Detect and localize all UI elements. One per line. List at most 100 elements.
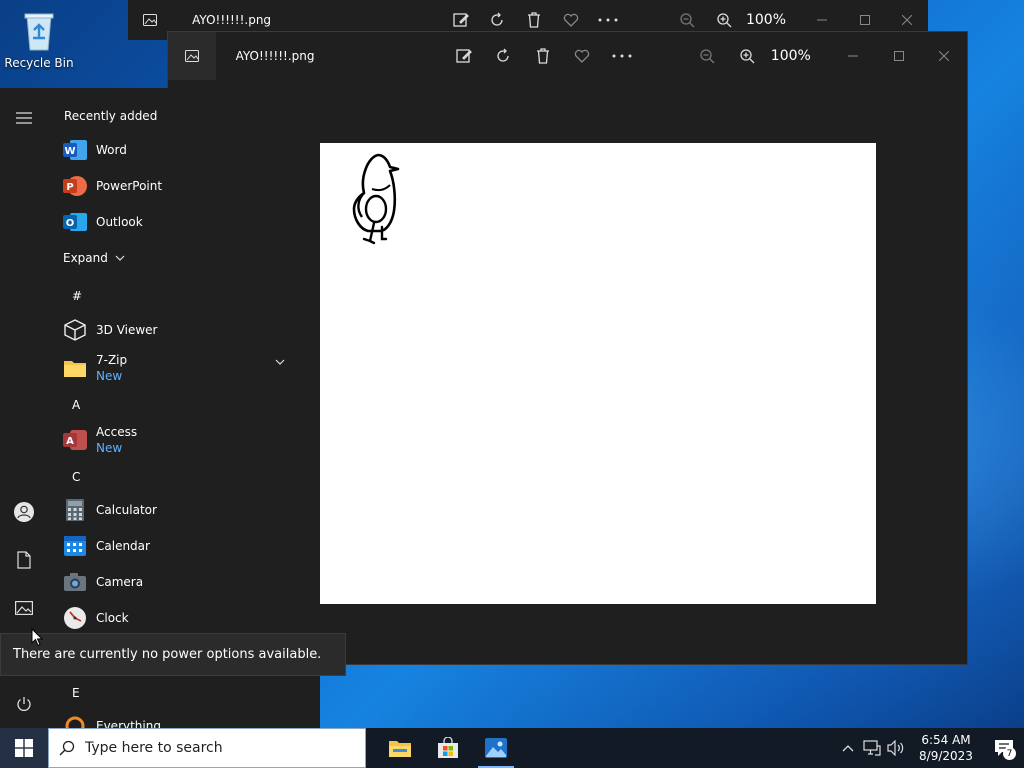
chevron-down-icon <box>275 359 285 365</box>
power-icon <box>17 697 31 711</box>
window-title: AYO!!!!!!.png <box>235 49 315 63</box>
delete-button[interactable] <box>523 32 563 80</box>
user-icon <box>14 502 34 522</box>
picture-icon <box>15 601 33 615</box>
app-calendar[interactable]: Calendar <box>62 528 312 564</box>
section-header-hash[interactable]: # <box>72 289 82 303</box>
expand-label: Expand <box>63 251 108 265</box>
desktop-icon-recycle-bin[interactable]: Recycle Bin <box>0 0 78 88</box>
app-camera[interactable]: Camera <box>62 564 312 600</box>
app-name: Calculator <box>96 503 157 517</box>
taskbar-microsoft-store[interactable] <box>424 728 472 768</box>
edit-icon <box>455 49 472 63</box>
cube-icon <box>62 317 88 343</box>
photos-app-icon <box>128 0 172 40</box>
chevron-down-icon <box>115 255 125 261</box>
taskbar-search-box[interactable] <box>48 728 366 768</box>
taskbar-file-explorer[interactable] <box>376 728 424 768</box>
start-menu-expand-button[interactable] <box>0 94 48 142</box>
app-access[interactable]: A Access New <box>62 420 312 460</box>
close-icon <box>939 51 950 61</box>
section-header-a[interactable]: A <box>72 398 80 412</box>
zoom-level: 100% <box>745 12 786 28</box>
start-menu[interactable]: Recently added W Word P PowerPoint O Out… <box>0 88 320 728</box>
calculator-icon <box>62 497 88 523</box>
window-title: AYO!!!!!!.png <box>192 13 272 27</box>
taskbar-photos[interactable] <box>472 728 520 768</box>
power-button[interactable] <box>0 680 48 728</box>
clock-icon <box>62 605 88 631</box>
favorite-button[interactable] <box>563 32 603 80</box>
volume-button[interactable] <box>884 728 908 768</box>
app-7zip-folder[interactable]: 7-Zip New <box>62 348 312 388</box>
zoom-in-icon <box>740 49 755 64</box>
photos-app-icon <box>168 32 216 80</box>
show-hidden-icons-button[interactable] <box>836 728 860 768</box>
heart-icon <box>575 49 590 63</box>
app-outlook[interactable]: O Outlook <box>62 204 312 240</box>
app-powerpoint[interactable]: P PowerPoint <box>62 168 312 204</box>
more-options-button[interactable] <box>602 32 642 80</box>
svg-text:W: W <box>64 146 75 157</box>
image-canvas[interactable] <box>320 143 876 604</box>
more-icon <box>598 18 618 22</box>
network-button[interactable] <box>860 728 884 768</box>
maximize-button[interactable] <box>876 39 922 73</box>
app-clock[interactable]: Clock <box>62 600 312 636</box>
expand-button[interactable]: Expand <box>63 251 126 265</box>
powerpoint-icon: P <box>62 173 88 199</box>
app-name: 7-Zip <box>96 353 128 367</box>
zoom-out-button[interactable] <box>688 32 728 80</box>
app-list[interactable]: Recently added W Word P PowerPoint O Out… <box>48 88 320 728</box>
app-name: Camera <box>96 575 144 589</box>
rotate-icon <box>497 48 509 62</box>
hamburger-icon <box>16 112 32 124</box>
trash-icon <box>528 12 541 28</box>
rotate-button[interactable] <box>483 32 523 80</box>
zoom-level: 100% <box>770 48 811 64</box>
documents-button[interactable] <box>0 536 48 584</box>
new-badge: New <box>96 441 123 455</box>
clock-date: 8/9/2023 <box>919 749 973 763</box>
taskbar: 6:54 AM 8/9/2023 7 <box>0 728 1024 768</box>
app-name: Word <box>96 143 127 157</box>
mouse-cursor-icon <box>31 628 43 647</box>
app-name: Outlook <box>96 215 143 229</box>
section-header-c[interactable]: C <box>72 470 80 484</box>
new-badge: New <box>96 369 123 383</box>
camera-icon <box>62 569 88 595</box>
edit-icon <box>452 13 469 27</box>
window-titlebar[interactable]: AYO!!!!!!.png 100% <box>168 32 967 80</box>
svg-text:P: P <box>66 182 73 193</box>
store-icon <box>438 737 458 758</box>
pictures-button[interactable] <box>0 584 48 632</box>
clock-time: 6:54 AM <box>921 733 971 747</box>
start-button[interactable] <box>0 728 48 768</box>
app-name: Calendar <box>96 539 150 553</box>
network-icon <box>863 740 881 756</box>
search-input[interactable] <box>85 740 345 756</box>
app-everything[interactable]: Everything <box>62 708 312 728</box>
action-center-button[interactable]: 7 <box>984 728 1024 768</box>
document-icon <box>17 551 31 569</box>
zoom-out-icon <box>700 49 715 64</box>
app-word[interactable]: W Word <box>62 132 312 168</box>
windows-logo-icon <box>15 739 33 757</box>
app-calculator[interactable]: Calculator <box>62 492 312 528</box>
rotate-icon <box>491 12 504 26</box>
taskbar-clock[interactable]: 6:54 AM 8/9/2023 <box>908 732 984 764</box>
svg-text:O: O <box>66 218 75 229</box>
edit-image-button[interactable] <box>444 32 484 80</box>
zoom-in-button[interactable] <box>727 32 767 80</box>
section-header-e[interactable]: E <box>72 686 80 700</box>
minimize-button[interactable] <box>830 39 876 73</box>
close-button[interactable] <box>921 39 967 73</box>
trash-icon <box>536 48 549 64</box>
more-icon <box>612 54 632 58</box>
app-3d-viewer[interactable]: 3D Viewer <box>62 312 312 348</box>
heart-icon <box>563 13 579 27</box>
account-button[interactable] <box>0 488 48 536</box>
chevron-up-icon <box>842 745 854 752</box>
power-tooltip: There are currently no power options ava… <box>0 633 346 676</box>
notification-count-badge: 7 <box>1003 747 1016 760</box>
